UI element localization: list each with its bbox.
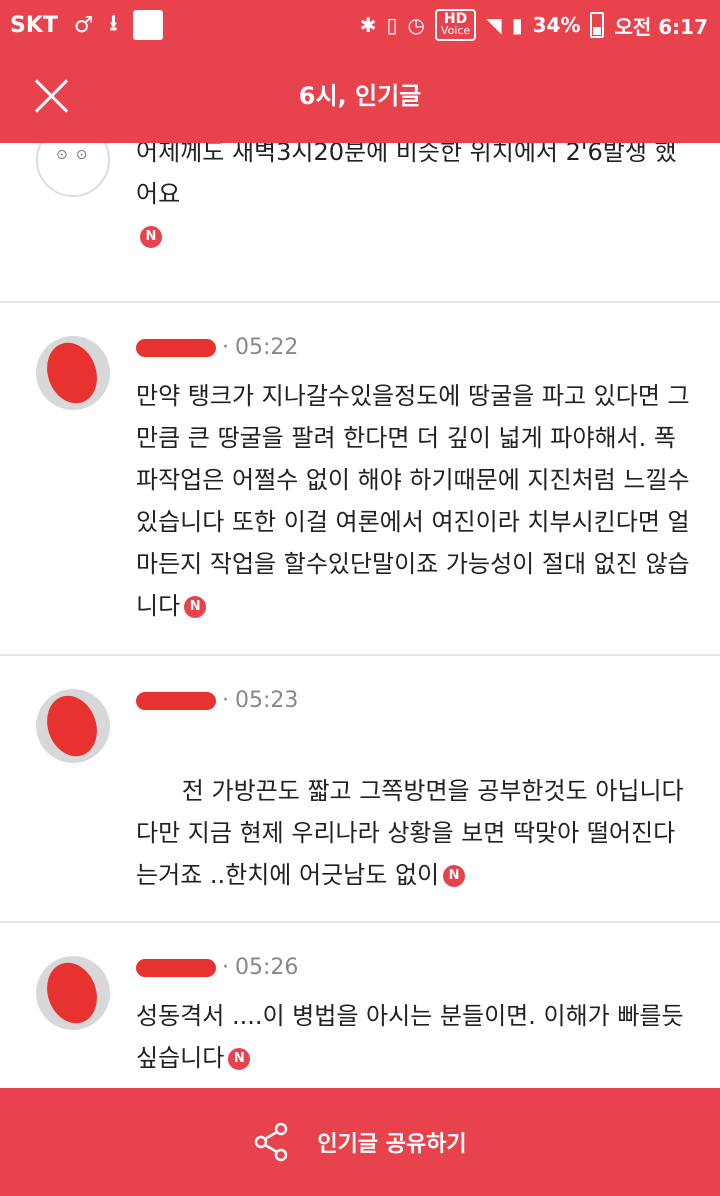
clock: 오전 6:17	[614, 14, 708, 39]
comment-meta: · 05:22	[136, 335, 298, 360]
comment-item: · 05:22 만약 탱크가 지나갈수있을정도에 땅굴을 파고 있다면 그만큼 …	[0, 303, 720, 656]
comment-body: 어제께도 새벽3시20분에 비슷한 위치에서 2'6발생 했어요 N	[136, 143, 696, 257]
bluetooth-icon: ✱	[359, 13, 377, 37]
meta-separator: ·	[222, 955, 229, 980]
vibrate-icon: ▯	[386, 13, 398, 37]
share-button[interactable]: 인기글 공유하기	[0, 1088, 720, 1196]
redacted-username	[136, 691, 216, 710]
alarm-icon: ◷	[407, 13, 425, 37]
avatar: ⊙⊙	[36, 143, 110, 197]
battery-percent: 34%	[532, 13, 581, 37]
voice-label: Voice	[440, 24, 471, 37]
download-icon: ⭳	[109, 11, 118, 36]
bottom-bar: 인기글 공유하기	[0, 1088, 720, 1196]
redaction-mark	[38, 689, 106, 763]
comment-meta: · 05:23	[136, 688, 298, 713]
comment-meta: · 05:26	[136, 955, 298, 980]
avatar	[36, 336, 110, 410]
page-title: 6시, 인기글	[298, 82, 422, 110]
redaction-mark	[38, 336, 106, 410]
redacted-username	[136, 338, 216, 357]
app-bar: 6시, 인기글	[0, 50, 720, 143]
hd-voice-icon: HD Voice	[434, 9, 477, 41]
battery-icon	[590, 12, 605, 38]
carrier-label: SKT	[10, 12, 58, 38]
redacted-username	[136, 958, 216, 977]
emoji-face-icon: ⊙⊙	[56, 147, 96, 163]
comment-text: 전 가방끈도 짧고 그쪽방면을 공부한것도 아닙니다 다만 지금 현제 우리나라…	[136, 777, 684, 889]
comment-time: 05:26	[235, 955, 299, 980]
wifi-icon: ◥	[486, 13, 502, 37]
new-badge-icon: N	[228, 1048, 251, 1070]
notification-box-icon	[133, 10, 164, 40]
comment-item: ⊙⊙ 어제께도 새벽3시20분에 비슷한 위치에서 2'6발생 했어요 N	[0, 143, 720, 303]
comment-text: 만약 탱크가 지나갈수있을정도에 땅굴을 파고 있다면 그만큼 큰 땅굴을 팔려…	[136, 382, 690, 620]
avatar	[36, 956, 110, 1030]
comment-text: 성동격서 ....이 병법을 아시는 분들이면. 이해가 빠를듯 싶습니다	[136, 1002, 684, 1072]
notification-icon: ♂	[73, 12, 94, 38]
new-badge-icon: N	[184, 596, 207, 618]
comment-list[interactable]: ⊙⊙ 어제께도 새벽3시20분에 비슷한 위치에서 2'6발생 했어요 N · …	[0, 143, 720, 1088]
signal-icon: ▮	[511, 13, 523, 37]
meta-separator: ·	[222, 335, 229, 360]
status-bar: SKT ♂ ⭳ ✱ ▯ ◷ HD Voice ◥ ▮ 34% 오전 6:17	[0, 0, 720, 50]
avatar	[36, 689, 110, 763]
comment-body: 만약 탱크가 지나갈수있을정도에 땅굴을 파고 있다면 그만큼 큰 땅굴을 팔려…	[136, 375, 696, 627]
comment-item: · 05:26 성동격서 ....이 병법을 아시는 분들이면. 이해가 빠를듯…	[0, 923, 720, 1088]
comment-time: 05:23	[235, 688, 299, 713]
comment-item: · 05:23 전 가방끈도 짧고 그쪽방면을 공부한것도 아닙니다 다만 지금…	[0, 656, 720, 923]
comment-body: 전 가방끈도 짧고 그쪽방면을 공부한것도 아닙니다 다만 지금 현제 우리나라…	[136, 728, 696, 938]
meta-separator: ·	[222, 688, 229, 713]
share-icon	[255, 1122, 288, 1162]
comment-body: 성동격서 ....이 병법을 아시는 분들이면. 이해가 빠를듯 싶습니다 N	[136, 995, 696, 1079]
close-icon[interactable]	[28, 72, 76, 120]
new-badge-icon: N	[443, 865, 466, 887]
comment-text: 어제께도 새벽3시20분에 비슷한 위치에서 2'6발생 했어요	[136, 143, 677, 208]
redaction-mark	[38, 956, 106, 1030]
new-badge-icon: N	[140, 226, 162, 248]
share-label: 인기글 공유하기	[317, 1132, 467, 1157]
comment-time: 05:22	[235, 335, 299, 360]
